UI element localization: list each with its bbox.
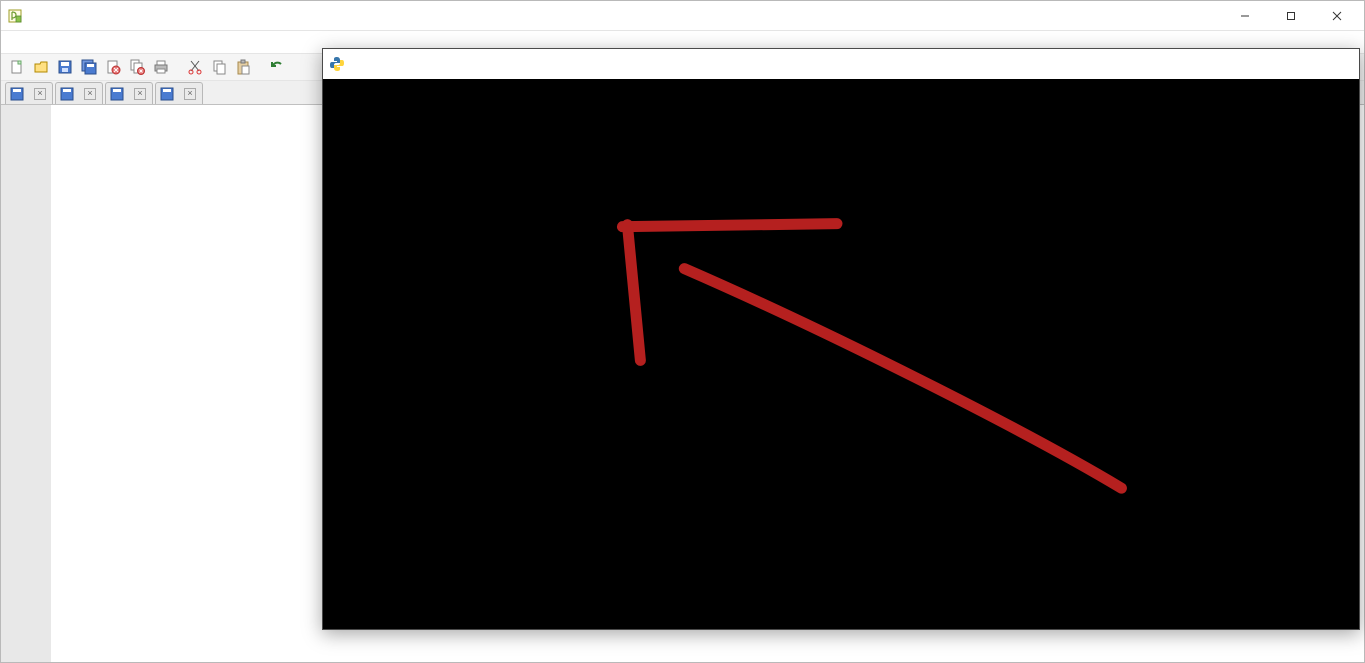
line-number-gutter bbox=[1, 105, 51, 662]
menu-language[interactable] bbox=[95, 40, 113, 44]
disk-icon bbox=[10, 87, 24, 101]
menu-view[interactable] bbox=[59, 40, 77, 44]
menu-tools[interactable] bbox=[131, 40, 149, 44]
menu-file[interactable] bbox=[5, 40, 23, 44]
new-file-icon[interactable] bbox=[7, 57, 27, 77]
paste-icon[interactable] bbox=[233, 57, 253, 77]
disk-icon bbox=[110, 87, 124, 101]
undo-icon[interactable] bbox=[267, 57, 287, 77]
menu-plugins[interactable] bbox=[185, 40, 203, 44]
tab-close-icon[interactable]: × bbox=[34, 88, 46, 100]
menu-help[interactable] bbox=[221, 40, 239, 44]
save-icon[interactable] bbox=[55, 57, 75, 77]
copy-icon[interactable] bbox=[209, 57, 229, 77]
notepadpp-app-icon bbox=[7, 8, 23, 24]
close-all-icon[interactable] bbox=[127, 57, 147, 77]
disk-icon bbox=[60, 87, 74, 101]
doctab-new1[interactable]: × bbox=[5, 82, 53, 104]
menu-edit[interactable] bbox=[23, 40, 41, 44]
doctab-new3[interactable]: × bbox=[55, 82, 103, 104]
python-console-output[interactable] bbox=[323, 79, 1359, 629]
menu-encoding[interactable] bbox=[77, 40, 95, 44]
minimize-button[interactable] bbox=[1222, 1, 1268, 31]
doctab-new4[interactable]: × bbox=[155, 82, 203, 104]
maximize-button[interactable] bbox=[1268, 1, 1314, 31]
tab-close-icon[interactable]: × bbox=[84, 88, 96, 100]
save-all-icon[interactable] bbox=[79, 57, 99, 77]
cut-icon[interactable] bbox=[185, 57, 205, 77]
menu-search[interactable] bbox=[41, 40, 59, 44]
window-controls bbox=[1222, 1, 1360, 31]
menu-settings[interactable] bbox=[113, 40, 131, 44]
doctab-new2[interactable]: × bbox=[105, 82, 153, 104]
python-app-icon bbox=[329, 56, 345, 72]
menu-macro[interactable] bbox=[149, 40, 167, 44]
close-file-icon[interactable] bbox=[103, 57, 123, 77]
close-button[interactable] bbox=[1314, 1, 1360, 31]
menu-window[interactable] bbox=[203, 40, 221, 44]
python-console-titlebar bbox=[323, 49, 1359, 79]
menu-run[interactable] bbox=[167, 40, 185, 44]
notepadpp-titlebar bbox=[1, 1, 1364, 31]
disk-icon bbox=[160, 87, 174, 101]
tab-close-icon[interactable]: × bbox=[134, 88, 146, 100]
tab-close-icon[interactable]: × bbox=[184, 88, 196, 100]
open-file-icon[interactable] bbox=[31, 57, 51, 77]
print-icon[interactable] bbox=[151, 57, 171, 77]
python-console-window bbox=[322, 48, 1360, 630]
